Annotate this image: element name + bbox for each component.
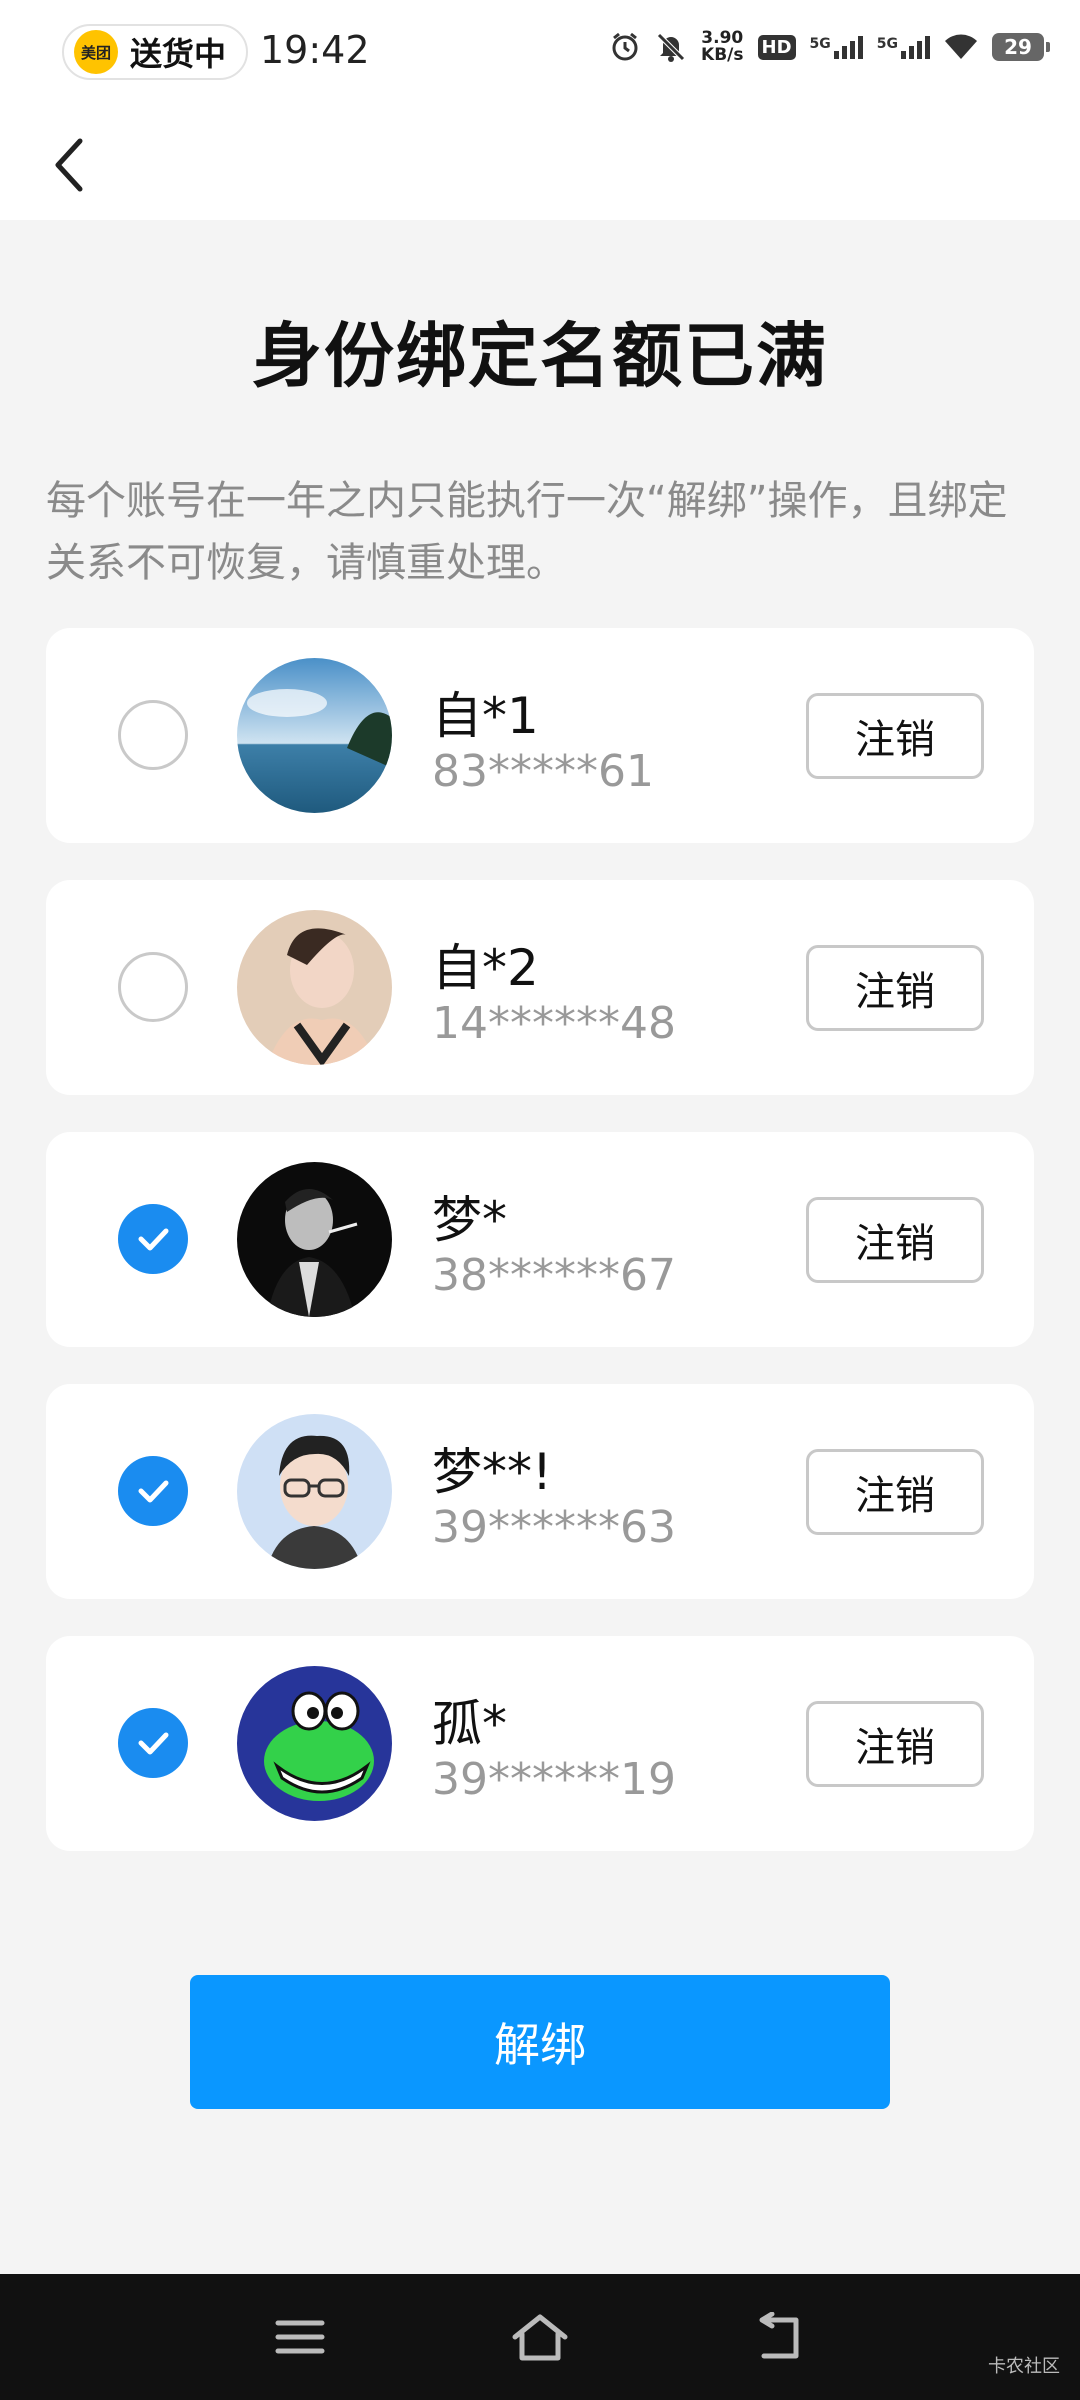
account-card: 梦**! 39******63 注销 — [46, 1384, 1034, 1599]
checkmark-icon — [138, 1480, 169, 1503]
hd-voice-icon: HD — [757, 34, 796, 60]
menu-button[interactable] — [260, 2302, 340, 2372]
back-icon — [759, 2312, 799, 2359]
account-name: 自*1 — [432, 687, 539, 745]
delivery-status-text: 送货中 — [130, 35, 227, 73]
select-radio[interactable] — [118, 1708, 188, 1778]
account-card: 自*2 14******48 注销 — [46, 880, 1034, 1095]
account-card: 梦* 38******67 注销 — [46, 1132, 1034, 1347]
cancel-account-button[interactable]: 注销 — [806, 1197, 984, 1283]
status-time: 19:42 — [260, 28, 370, 72]
account-name: 梦**! — [432, 1443, 553, 1501]
cancel-account-button[interactable]: 注销 — [806, 1449, 984, 1535]
avatar — [237, 910, 392, 1065]
back-button[interactable] — [30, 120, 110, 210]
avatar — [237, 658, 392, 813]
cancel-account-button[interactable]: 注销 — [806, 693, 984, 779]
net-speed: 3.90 KB/s — [701, 28, 744, 65]
account-phone: 14******48 — [432, 998, 676, 1049]
avatar — [237, 1414, 392, 1569]
page-description: 每个账号在一年之内只能执行一次“解绑”操作，且绑定关系不可恢复，请慎重处理。 — [46, 478, 1008, 586]
battery-icon: 29 — [992, 33, 1050, 61]
cancel-account-button[interactable]: 注销 — [806, 945, 984, 1031]
menu-icon — [275, 2320, 325, 2354]
select-radio[interactable] — [118, 1204, 188, 1274]
watermark: 卡农社区 — [988, 2356, 1060, 2377]
avatar — [237, 1162, 392, 1317]
checkmark-icon — [138, 1732, 169, 1755]
checkmark-icon — [138, 1228, 169, 1251]
avatar — [237, 1666, 392, 1821]
signal-icon: 5G — [877, 35, 930, 59]
cancel-account-button[interactable]: 注销 — [806, 1701, 984, 1787]
account-phone: 38******67 — [432, 1250, 676, 1301]
back-nav-button[interactable] — [740, 2302, 820, 2372]
account-name: 梦* — [432, 1191, 507, 1249]
status-icons: 3.90 KB/s HD 5G 5G 29 — [609, 28, 1050, 65]
wifi-icon — [944, 33, 978, 61]
account-card: 自*1 83*****61 注销 — [46, 628, 1034, 843]
home-button[interactable] — [500, 2302, 580, 2372]
page-title: 身份绑定名额已满 — [252, 315, 828, 397]
delivery-status-pill[interactable]: 美团 送货中 — [62, 24, 249, 80]
header — [0, 110, 1080, 220]
select-radio[interactable] — [118, 700, 188, 770]
account-card: 孤* 39******19 注销 — [46, 1636, 1034, 1851]
account-phone: 39******19 — [432, 1754, 676, 1805]
account-phone: 39******63 — [432, 1502, 676, 1553]
home-icon — [512, 2314, 568, 2361]
select-radio[interactable] — [118, 1456, 188, 1526]
mute-icon — [655, 31, 687, 63]
meituan-app-icon: 美团 — [74, 30, 118, 74]
status-bar: 美团 送货中 19:42 3.90 KB/s HD 5G 5G 29 — [0, 0, 1080, 110]
select-radio[interactable] — [118, 952, 188, 1022]
account-name: 孤* — [432, 1695, 507, 1753]
system-nav-bar — [0, 2274, 1080, 2400]
signal-icon: 5G — [810, 35, 863, 59]
chevron-left-icon — [55, 138, 83, 192]
account-phone: 83*****61 — [432, 746, 654, 797]
alarm-icon — [609, 31, 641, 63]
account-name: 自*2 — [432, 939, 539, 997]
unbind-button[interactable]: 解绑 — [190, 1975, 890, 2109]
